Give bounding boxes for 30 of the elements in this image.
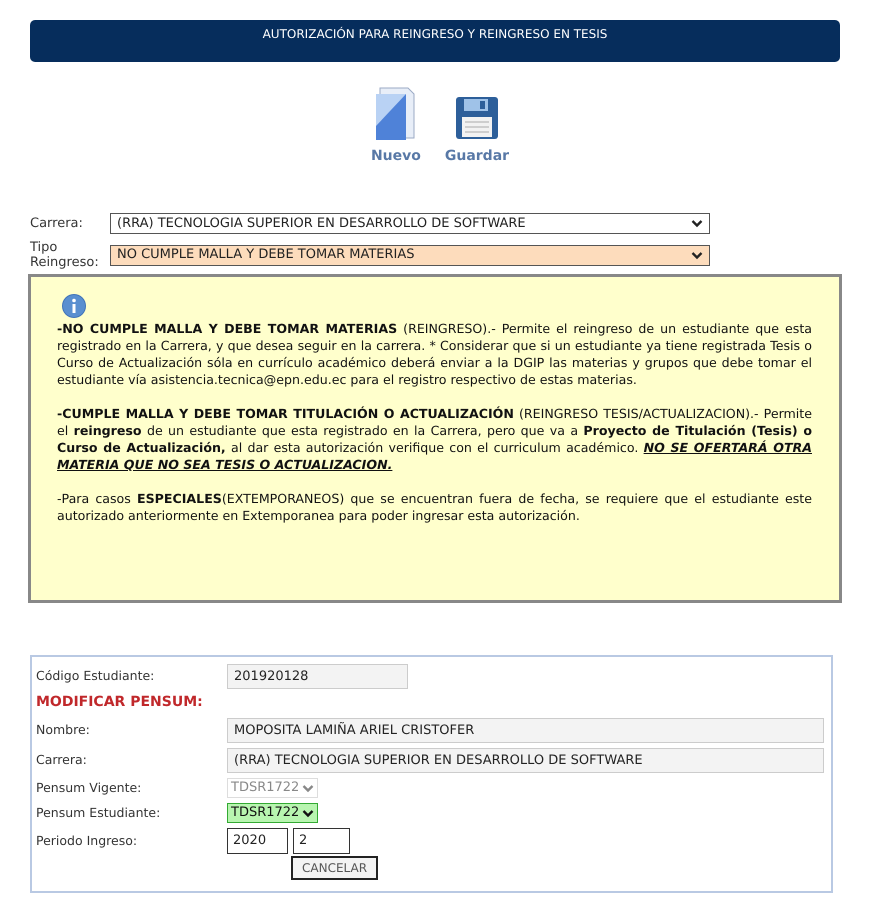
section-heading: MODIFICAR PENSUM: xyxy=(36,693,203,712)
chevron-icon xyxy=(691,219,703,228)
chevron-icon xyxy=(691,250,703,260)
new-button[interactable]: Nuevo xyxy=(370,86,421,167)
text-field[interactable]: 201920128 xyxy=(227,664,408,689)
field-label: Pensum Estudiante: xyxy=(36,804,162,822)
dropdown[interactable]: (RRA) TECNOLOGIA SUPERIOR EN DESARROLLO DE SOFTWARE xyxy=(110,213,710,234)
chevron-icon xyxy=(302,784,314,792)
dropdown: TDSR1722 xyxy=(227,778,318,798)
text-field[interactable]: (RRA) TECNOLOGIA SUPERIOR EN DESARROLLO DE SOFTWARE xyxy=(227,748,824,773)
info-paragraph: -NO CUMPLE MALLA Y DEBE TOMAR MATERIAS (REINGRESO).- Permite el reingreso de un estudiante que esta registrado en la Carrera, y que desea seguir en la carrera. * Considerar que si un estudiante ya tiene registrada Tesis o Curso de Actualización sóla en currículo académico deberá enviar a la DGIP las materias y grupos que debe tomar el estudiante vía asistencia.tecnica@epn.edu.ec para el registro respectivo de estas materias. xyxy=(57,320,812,388)
info-icon xyxy=(61,293,87,319)
cancel-button[interactable]: CANCELAR xyxy=(291,856,378,880)
field-label: Carrera: xyxy=(30,216,84,231)
field-label: Periodo Ingreso: xyxy=(36,832,138,850)
info-paragraph: -Para casos ESPECIALES(EXTEMPORANEOS) que se encuentran fuera de fecha, se requiere que el estudiante este autorizado anteriormente en Extemporanea para poder ingresar esta autorización. xyxy=(57,490,812,524)
dropdown[interactable]: TDSR1722 xyxy=(227,803,318,823)
text-field[interactable]: MOPOSITA LAMIÑA ARIEL CRISTOFER xyxy=(227,718,824,743)
field-label: Nombre: xyxy=(36,721,91,740)
chevron-icon xyxy=(302,808,314,818)
field-label: Tipo Reingreso: xyxy=(30,240,100,270)
field-label: Código Estudiante: xyxy=(36,667,156,686)
page-title: AUTORIZACIÓN PARA REINGRESO Y REINGRESO EN TESIS xyxy=(262,26,608,43)
info-paragraph: -CUMPLE MALLA Y DEBE TOMAR TITULACIÓN O ACTUALIZACIÓN (REINGRESO TESIS/ACTUALIZACION).- Permite el reingreso de un estudiante que esta registrado en la Carrera, pero que va a Proyecto de Titulación (Tesis) o Curso de Actualización, al dar esta autorización verifique con el curriculum académico. NO SE OFERTARÁ OTRA MATERIA QUE NO SEA TESIS O ACTUALIZACION. xyxy=(57,405,812,473)
dropdown[interactable]: NO CUMPLE MALLA Y DEBE TOMAR MATERIAS xyxy=(110,244,710,266)
field-label: Carrera: xyxy=(36,751,88,770)
save-button[interactable]: Guardar xyxy=(444,86,510,167)
input-field[interactable]: 2020 xyxy=(227,828,288,854)
input-field[interactable]: 2 xyxy=(293,828,350,854)
field-label: Pensum Vigente: xyxy=(36,778,142,797)
